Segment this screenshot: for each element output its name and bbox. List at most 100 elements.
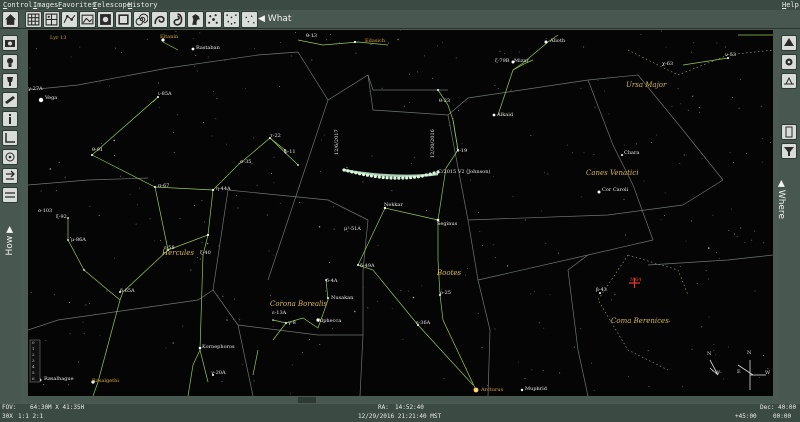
background-star [421, 285, 423, 287]
background-star [318, 226, 321, 228]
background-star [172, 342, 174, 344]
star-nusakan[interactable] [327, 297, 329, 299]
background-star [253, 48, 255, 50]
sky-map[interactable]: Hercules Corona Borealis Bootes Canes Ve… [28, 30, 773, 396]
camera-icon[interactable] [2, 35, 18, 51]
background-star [497, 87, 499, 89]
label-8: γ-8 [288, 320, 296, 326]
grid-icon[interactable] [25, 11, 42, 28]
image-icon[interactable] [79, 11, 96, 28]
background-star [728, 229, 730, 231]
constellation-ursa-major[interactable]: Ursa Major [626, 82, 666, 89]
filter-icon[interactable] [781, 143, 797, 159]
star-alioth[interactable] [544, 40, 548, 44]
comet-position-dot [428, 172, 432, 176]
star-rastaban[interactable] [191, 47, 195, 51]
background-star [319, 170, 321, 172]
comet-position-dot [342, 168, 346, 172]
constellation-icon[interactable] [61, 11, 78, 28]
background-star [109, 85, 111, 87]
label-25: ρ-25 [440, 290, 451, 296]
menu-images[interactable]: Images [33, 0, 58, 10]
home-icon[interactable] [2, 11, 19, 28]
arrow-up-icon[interactable] [781, 35, 797, 51]
star-vega[interactable] [38, 97, 44, 103]
gear-icon[interactable] [781, 54, 797, 70]
scale-value[interactable]: 1:1 2:1 [18, 413, 43, 421]
star-cluster-icon[interactable] [205, 11, 222, 28]
background-star [226, 319, 228, 321]
label-galaxy: M64 [630, 277, 642, 283]
horse-head-icon[interactable] [187, 11, 204, 28]
horizon-icon[interactable] [781, 73, 797, 89]
star-arcturus[interactable] [473, 387, 479, 393]
constellation-corona-borealis[interactable]: Corona Borealis [270, 301, 327, 308]
constellation-coma-berenices[interactable]: Coma Berenices [611, 318, 669, 325]
horizontal-scrollbar[interactable] [28, 397, 773, 403]
lightbulb-icon[interactable] [2, 54, 18, 70]
comet-position-dot [432, 171, 436, 175]
background-star [54, 294, 55, 296]
star-chara[interactable] [621, 154, 623, 156]
menu-favorites[interactable]: Favorites [58, 0, 96, 10]
eyepiece-icon[interactable] [781, 124, 797, 140]
lamp-icon[interactable] [2, 73, 18, 89]
comet-position-dot [346, 169, 350, 173]
background-star [403, 105, 405, 107]
what-panel-toggle[interactable]: ◀ What [258, 13, 291, 26]
label-44a: η-44A [216, 186, 231, 192]
measure-icon[interactable] [2, 130, 18, 146]
star-muphrid[interactable] [520, 388, 524, 392]
background-star [182, 325, 184, 327]
background-star [234, 298, 236, 300]
background-star [43, 384, 45, 385]
right-panel: ◀ Where [776, 30, 800, 402]
datetime[interactable]: 12/29/2016 21:21:40 MST [358, 413, 441, 421]
background-star [477, 212, 479, 214]
info-icon[interactable] [2, 111, 18, 127]
constellation-bootes[interactable]: Bootes [437, 270, 461, 277]
background-star [608, 113, 610, 115]
background-star [367, 307, 369, 309]
menu-control[interactable]: Control [3, 0, 33, 10]
sparkle-icon[interactable] [223, 11, 240, 28]
target-icon[interactable] [2, 149, 18, 165]
box-icon[interactable] [115, 11, 132, 28]
sync-icon[interactable] [2, 168, 18, 184]
star-kornephoros[interactable] [198, 346, 202, 350]
toolbar: ◀ What [0, 10, 800, 29]
scrollbar-thumb[interactable] [298, 397, 316, 403]
star-edasich[interactable] [353, 40, 357, 44]
background-star [408, 73, 410, 75]
constellation-canes-venatici[interactable]: Canes Venatici [586, 170, 638, 177]
background-star [45, 339, 47, 341]
background-star [701, 326, 703, 328]
where-panel-toggle[interactable]: ◀ Where [776, 180, 786, 219]
spiral-icon[interactable] [133, 11, 150, 28]
spiral-galaxy-icon[interactable] [169, 11, 186, 28]
how-label: How [5, 235, 15, 256]
background-star [733, 162, 735, 163]
comet-name[interactable]: C/2015 V2 (Johnson) [438, 169, 490, 175]
picture-icon[interactable] [97, 11, 114, 28]
background-star [692, 95, 694, 97]
background-star [443, 378, 445, 379]
how-panel-toggle[interactable]: How ▶ [5, 226, 15, 255]
sparkle-small-icon[interactable] [241, 11, 258, 28]
swap-icon[interactable] [2, 187, 18, 203]
background-star [190, 269, 192, 271]
star-cor-caroli[interactable] [597, 190, 601, 194]
grid-detail-icon[interactable] [43, 11, 60, 28]
menu-help[interactable]: Help [782, 0, 799, 10]
background-star [691, 220, 693, 222]
menu-telescope[interactable]: Telescope [93, 0, 131, 10]
background-star [412, 296, 415, 299]
star-alkaid[interactable] [492, 113, 496, 117]
fov-label: FOV: [2, 404, 17, 411]
telescope-icon[interactable] [2, 92, 18, 108]
swirl-galaxy-icon[interactable] [151, 11, 168, 28]
background-star [99, 81, 101, 83]
background-star [289, 393, 291, 395]
menu-history[interactable]: History [128, 0, 158, 10]
label-92: ξ-92 [56, 214, 67, 220]
